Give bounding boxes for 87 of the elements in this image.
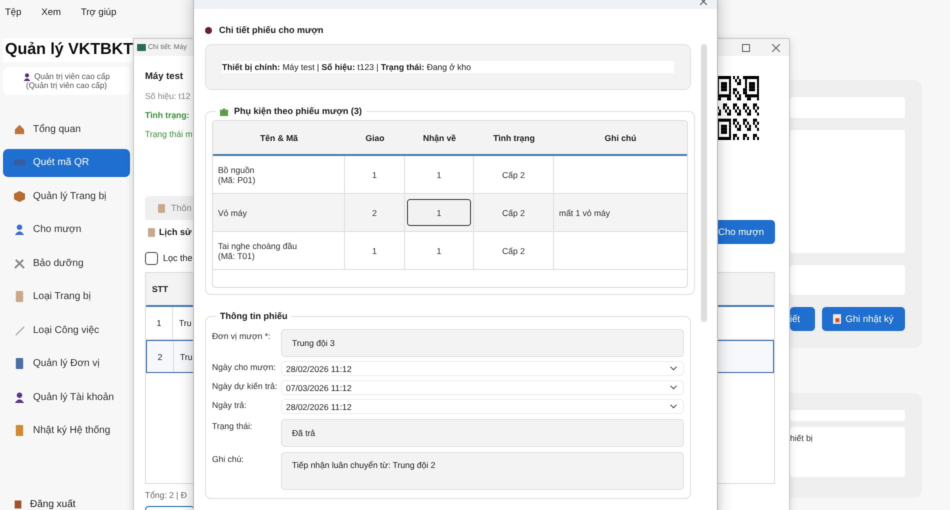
nav-item[interactable]: Bảo dưỡng — [3, 249, 130, 277]
nav-item[interactable]: Cho mượn — [3, 216, 130, 244]
user-role: (Quản trị viên cao cấp) — [26, 81, 107, 90]
nav-item[interactable]: Quét mã QR — [3, 148, 130, 176]
detail-button[interactable]: iết — [790, 307, 815, 331]
notes-field[interactable]: Tiếp nhận luân chuyển từ: Trung đội 2 — [281, 452, 684, 490]
table-cell: 1 — [436, 170, 442, 180]
table-cell: 1 — [372, 170, 377, 180]
person-icon — [23, 72, 32, 80]
nav-item[interactable]: Quản lý Đơn vị — [3, 350, 130, 378]
tools-icon — [14, 258, 25, 268]
dialog-heading: Chi tiết phiếu cho mượn — [219, 25, 324, 35]
chevron-down-icon — [670, 366, 677, 371]
device-name: Máy test — [145, 71, 184, 82]
table-cell: Cấp 2 — [502, 170, 525, 180]
column-header: Nhận về — [422, 132, 458, 142]
menu-item[interactable]: Xem — [41, 7, 61, 18]
serial-text: Số hiệu: t12 — [145, 91, 192, 101]
field-label: Ngày cho mượn: — [212, 361, 277, 374]
chevron-down-icon — [670, 404, 677, 409]
table-cell-text: Tru — [178, 318, 192, 328]
list-text: hiết bị — [790, 432, 814, 443]
status-text: Trạng thái m — [145, 129, 192, 139]
nav-item[interactable]: Tổng quan — [3, 115, 130, 143]
field-label: Ghi chú: — [212, 453, 245, 466]
app-icon — [137, 44, 146, 51]
field-label: Ngày dự kiến trả: — [212, 380, 278, 393]
group-title: Phụ kiện theo phiếu mượn (3) — [234, 106, 362, 116]
maximize-icon[interactable] — [742, 44, 750, 52]
house-icon — [14, 124, 25, 134]
qr-code-drawing — [717, 76, 759, 140]
table-cell-text: Tru — [179, 352, 192, 362]
table-cell: Cấp 2 — [502, 208, 525, 218]
column-header: Giao — [364, 132, 386, 142]
app-title: Quản lý VKTBKT — [3, 38, 136, 62]
received-input[interactable]: 1 — [407, 199, 471, 226]
table-cell-text: mất 1 vỏ máy — [559, 208, 612, 218]
table-cell: 1 — [436, 246, 442, 256]
table-cell: Cấp 2 — [502, 246, 525, 256]
column-header: Tình trạng — [492, 132, 536, 142]
filter-label: Lọc the — [163, 253, 193, 263]
scrollbar[interactable] — [701, 44, 707, 322]
nav-item[interactable]: Loại Công việc — [3, 316, 130, 344]
total-text: Tổng: 2 | Đ — [145, 490, 188, 500]
column-header: STT — [151, 284, 168, 294]
input-field[interactable]: Trung đội 3 — [281, 329, 684, 357]
ball-icon — [205, 26, 212, 34]
column-header: Ghi chú — [604, 132, 638, 142]
person-icon — [14, 224, 25, 235]
date-picker[interactable]: 28/02/2026 11:12 — [281, 399, 684, 414]
door-icon — [14, 498, 22, 510]
accessory-name: Tai nghe choàng đầu — [218, 240, 298, 250]
history-title: Lịch sử — [159, 227, 192, 237]
table-cell: 2 — [147, 341, 174, 372]
input-field[interactable]: Đã trả — [281, 419, 684, 447]
accessory-code: (Mã: P01) — [218, 174, 256, 184]
table-cell: 1 — [372, 246, 377, 256]
table-cell: 2 — [372, 208, 377, 218]
date-picker[interactable]: 07/03/2026 11:12 — [281, 380, 684, 395]
column-header: Tên & Mã — [259, 132, 299, 142]
card-icon — [14, 157, 25, 168]
log-button[interactable]: Ghi nhật ký — [822, 307, 905, 331]
nav-item[interactable]: Nhật ký Hệ thống — [3, 416, 130, 444]
nav-item[interactable]: Loại Trang bị — [3, 282, 130, 310]
field-label: Trạng thái: — [212, 420, 254, 433]
condition-label: Tình trạng: — [145, 110, 190, 120]
summary-text: Thiết bị chính: Máy test | Số hiệu: t123 | Trạng thái: Đang ở kho — [222, 61, 674, 73]
user-name: Quản trị viên cao cấp — [34, 72, 110, 81]
date-picker[interactable]: 28/02/2026 11:12 — [281, 361, 684, 376]
chevron-down-icon — [670, 385, 677, 390]
group-title: Thông tin phiếu — [220, 311, 288, 321]
menu-item[interactable]: Tệp — [5, 7, 22, 18]
box-icon — [14, 190, 25, 202]
nav-item[interactable]: Quản lý Trang bị — [3, 182, 130, 210]
accessory-name: Bồ nguồn — [218, 164, 256, 174]
document-icon — [833, 314, 842, 324]
puzzle-icon — [220, 106, 229, 116]
nav-item[interactable]: Quản lý Tài khoản — [3, 383, 130, 411]
pencil-icon — [14, 324, 25, 336]
accessory-code: (Mã: T01) — [218, 250, 255, 260]
logout-item[interactable]: Đăng xuất — [3, 494, 130, 510]
menu-item[interactable]: Trợ giúp — [80, 7, 116, 18]
table-cell: 1 — [146, 307, 173, 339]
close-icon[interactable] — [772, 44, 780, 52]
filter-checkbox[interactable] — [145, 252, 158, 264]
field-label: Đơn vị mượn *: — [212, 330, 272, 343]
field-label: Ngày trả: — [212, 399, 248, 412]
